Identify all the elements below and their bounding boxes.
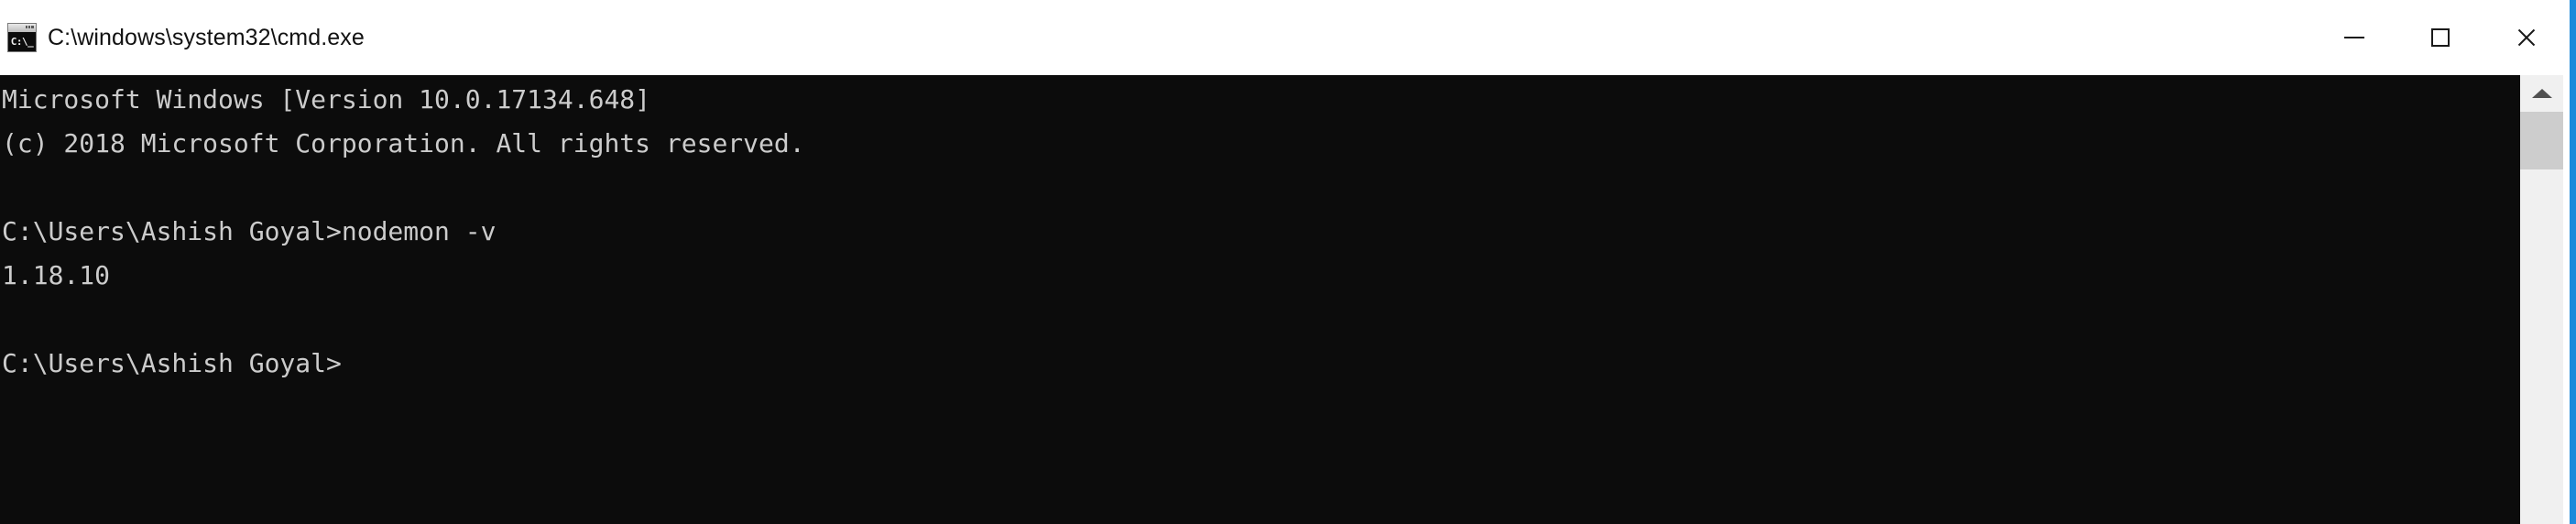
vertical-scrollbar[interactable] — [2520, 75, 2563, 524]
minimize-icon — [2344, 37, 2364, 38]
console-line: C:\Users\Ashish Goyal>nodemon -v — [2, 216, 497, 246]
console-line: C:\Users\Ashish Goyal> — [2, 348, 342, 378]
cmd-icon-titlebar — [8, 24, 36, 32]
close-icon — [2516, 27, 2538, 49]
window-controls — [2311, 0, 2570, 75]
maximize-button[interactable] — [2397, 0, 2483, 75]
close-button[interactable] — [2483, 0, 2570, 75]
minimize-button[interactable] — [2311, 0, 2397, 75]
scrollbar-thumb[interactable] — [2520, 112, 2563, 169]
cmd-icon-titlebar-dots — [26, 26, 34, 28]
console-line: Microsoft Windows [Version 10.0.17134.64… — [2, 84, 651, 115]
scroll-up-button[interactable] — [2520, 75, 2563, 112]
console-line: 1.18.10 — [2, 260, 111, 290]
title-bar[interactable]: C:\_ C:\windows\system32\cmd.exe — [0, 0, 2570, 75]
console-line: (c) 2018 Microsoft Corporation. All righ… — [2, 128, 805, 158]
cmd-icon-prompt-glyph: C:\_ — [10, 36, 34, 48]
chevron-up-icon — [2531, 89, 2552, 98]
cmd-exe-icon: C:\_ — [8, 24, 36, 51]
window-title: C:\windows\system32\cmd.exe — [48, 25, 365, 50]
cmd-window: C:\_ C:\windows\system32\cmd.exe Microso… — [0, 0, 2576, 524]
console-text: Microsoft Windows [Version 10.0.17134.64… — [0, 75, 2527, 386]
scrollbar-track[interactable] — [2520, 169, 2563, 524]
maximize-icon — [2431, 28, 2450, 47]
console-output-area[interactable]: Microsoft Windows [Version 10.0.17134.64… — [0, 75, 2527, 524]
